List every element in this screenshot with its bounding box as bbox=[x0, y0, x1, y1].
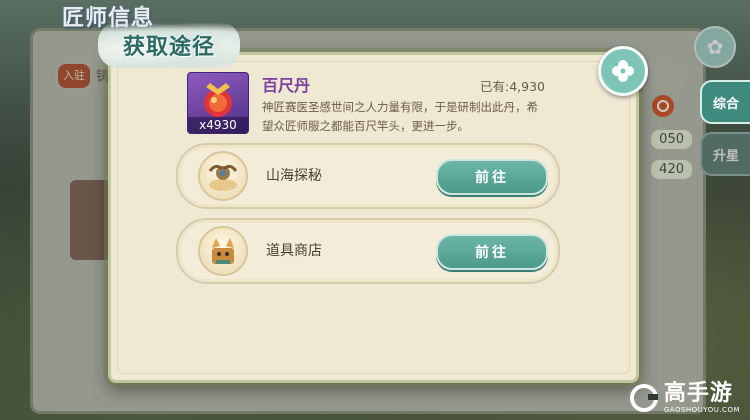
source-label: 道具商店 bbox=[266, 243, 322, 259]
watermark-title: 高手游 bbox=[663, 381, 733, 406]
item-owned-count: 已有:4,930 bbox=[480, 79, 545, 94]
watermark: 高手游 GAOSHOUYOU.COM bbox=[629, 381, 740, 414]
item-count-badge: x4930 bbox=[188, 117, 248, 133]
item-description: 神匠赛医圣感世间之人力量有限，于是研制出此丹，希望众匠师服之都能百尺竿头，更进一… bbox=[262, 100, 538, 133]
search-icon bbox=[652, 95, 674, 117]
mountain-sea-icon bbox=[198, 151, 248, 201]
tab-upgrade-star[interactable]: 升星 bbox=[700, 132, 750, 176]
background-tag: 入驻 bbox=[58, 64, 90, 88]
modal-title-banner: 获取途径 bbox=[98, 22, 240, 68]
source-row: 道具商店 前往 bbox=[176, 218, 560, 284]
watermark-url: GAOSHOUYOU.COM bbox=[663, 406, 740, 414]
source-row: 山海探秘 前往 bbox=[176, 143, 560, 209]
modal-title: 获取途径 bbox=[122, 34, 215, 60]
clover-close-icon bbox=[612, 60, 634, 82]
source-label: 山海探秘 bbox=[266, 168, 322, 184]
background-number: 420 bbox=[651, 160, 692, 179]
close-button[interactable] bbox=[598, 46, 648, 96]
item-icon: x4930 bbox=[187, 72, 249, 134]
watermark-logo-icon bbox=[629, 384, 658, 412]
tab-comprehensive[interactable]: 综合 bbox=[700, 80, 750, 124]
item-name: 百尺丹 bbox=[262, 76, 311, 95]
background-character-decoration bbox=[70, 180, 110, 260]
background-number: 050 bbox=[651, 130, 692, 149]
shop-cat-icon bbox=[198, 226, 248, 276]
side-tabs: 综合 升星 bbox=[700, 80, 750, 184]
background-close-icon: ✿ bbox=[694, 26, 736, 68]
goto-button-explore[interactable]: 前往 bbox=[436, 159, 548, 195]
goto-button-shop[interactable]: 前往 bbox=[436, 234, 548, 270]
